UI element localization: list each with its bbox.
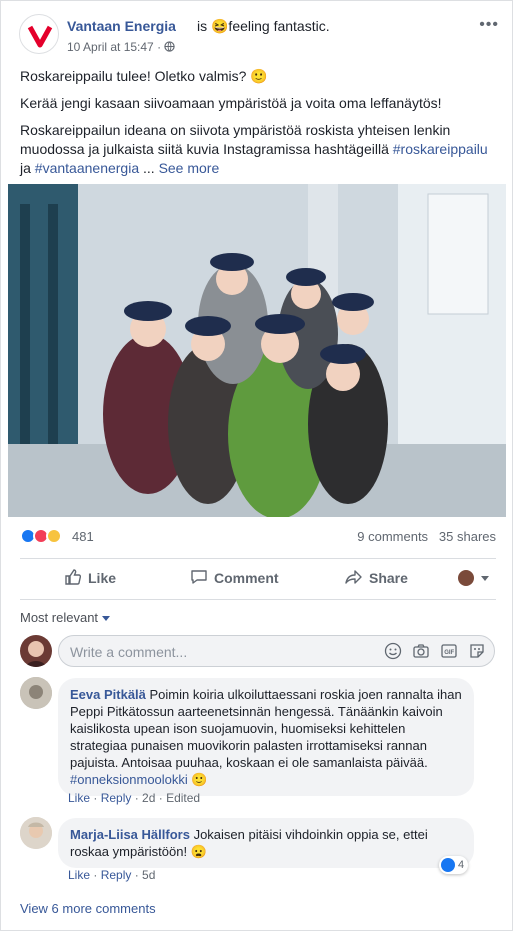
comment-time[interactable]: 5d — [142, 868, 155, 882]
like-button[interactable]: Like — [64, 559, 116, 597]
post-timestamp[interactable]: 10 April at 15:47 · — [67, 40, 161, 54]
smile-emoji: 🙂 — [191, 772, 208, 787]
action-bar: Like Comment Share — [20, 559, 496, 597]
svg-text:GIF: GIF — [444, 650, 454, 656]
divider — [20, 599, 496, 600]
comment-input-box[interactable]: GIF — [58, 635, 495, 667]
more-options-icon[interactable]: ••• — [479, 16, 499, 34]
comment-bubble: Eeva Pitkälä Poimin koiria ulkoiluttaess… — [58, 678, 474, 796]
page-name-link[interactable]: Vantaan Energia — [67, 18, 176, 34]
avatar — [458, 570, 474, 586]
avatar[interactable] — [20, 817, 52, 849]
comment-like-link[interactable]: Like — [68, 791, 90, 805]
thumbs-up-icon — [64, 568, 82, 589]
hashtag-link[interactable]: #roskareippailu — [393, 141, 488, 157]
post-paragraph: Kerää jengi kasaan siivoamaan ympäristöä… — [20, 95, 442, 111]
comment-icon — [190, 568, 208, 589]
post-card: Vantaan Energia is 😆feeling fantastic. 1… — [0, 0, 513, 931]
hashtag-link[interactable]: #vantaanenergia — [35, 160, 139, 176]
share-arrow-icon — [345, 568, 363, 589]
view-more-comments-link[interactable]: View 6 more comments — [20, 901, 156, 916]
post-paragraph: Roskareippailu tulee! Oletko valmis? 🙂 — [20, 68, 268, 84]
camera-icon[interactable] — [412, 642, 430, 665]
reaction-icons[interactable] — [20, 528, 70, 546]
hashtag-link[interactable]: #onneksionmoolokki — [70, 772, 188, 787]
wow-reaction-icon — [46, 528, 62, 544]
page-logo[interactable] — [19, 14, 59, 54]
comment-like-badge[interactable]: 4 — [439, 856, 469, 874]
chevron-down-icon — [101, 610, 110, 625]
see-more-link[interactable]: See more — [159, 160, 220, 176]
chevron-down-icon — [480, 570, 490, 586]
avatar[interactable] — [20, 677, 52, 709]
globe-icon — [164, 40, 176, 54]
share-button[interactable]: Share — [345, 559, 408, 597]
comment-sort-dropdown[interactable]: Most relevant — [20, 610, 110, 625]
like-reaction-icon — [441, 858, 455, 872]
feeling-text: is 😆feeling fantastic. — [197, 18, 330, 34]
post-header: Vantaan Energia is 😆feeling fantastic. 1… — [19, 14, 499, 64]
post-as-selector[interactable] — [458, 559, 490, 597]
comment-like-link[interactable]: Like — [68, 868, 90, 882]
post-stats: 481 9 comments 35 shares — [20, 527, 496, 547]
comment-actions: Like · Reply · 2d · Edited — [68, 791, 201, 805]
emoji-icon[interactable] — [384, 642, 402, 665]
frown-emoji: 😦 — [190, 844, 207, 859]
post-text: Roskareippailu tulee! Oletko valmis? 🙂 K… — [20, 67, 500, 186]
post-paragraph: Roskareippailun ideana on siivota ympäri… — [20, 122, 488, 176]
comment-input[interactable] — [70, 642, 370, 662]
comment-reply-link[interactable]: Reply — [101, 868, 132, 882]
sticker-icon[interactable] — [468, 642, 486, 665]
comment-time[interactable]: 2d — [142, 791, 155, 805]
post-meta: 10 April at 15:47 · — [67, 40, 176, 54]
comment-bubble: Marja-Liisa Hällfors Jokaisen pitäisi vi… — [58, 818, 474, 868]
comment-actions: Like · Reply · 5d — [68, 868, 156, 882]
comment-reply-link[interactable]: Reply — [101, 791, 132, 805]
avatar — [20, 635, 52, 667]
edited-label[interactable]: Edited — [166, 791, 200, 805]
gif-icon[interactable]: GIF — [440, 642, 458, 665]
comment-button[interactable]: Comment — [190, 559, 279, 597]
post-photo[interactable] — [8, 184, 506, 517]
comment-count-link[interactable]: 9 comments — [357, 529, 428, 544]
reaction-count[interactable]: 481 — [72, 529, 94, 544]
share-count-link[interactable]: 35 shares — [439, 529, 496, 544]
comment-author[interactable]: Marja-Liisa Hällfors — [70, 827, 190, 842]
comment-author[interactable]: Eeva Pitkälä — [70, 687, 146, 702]
